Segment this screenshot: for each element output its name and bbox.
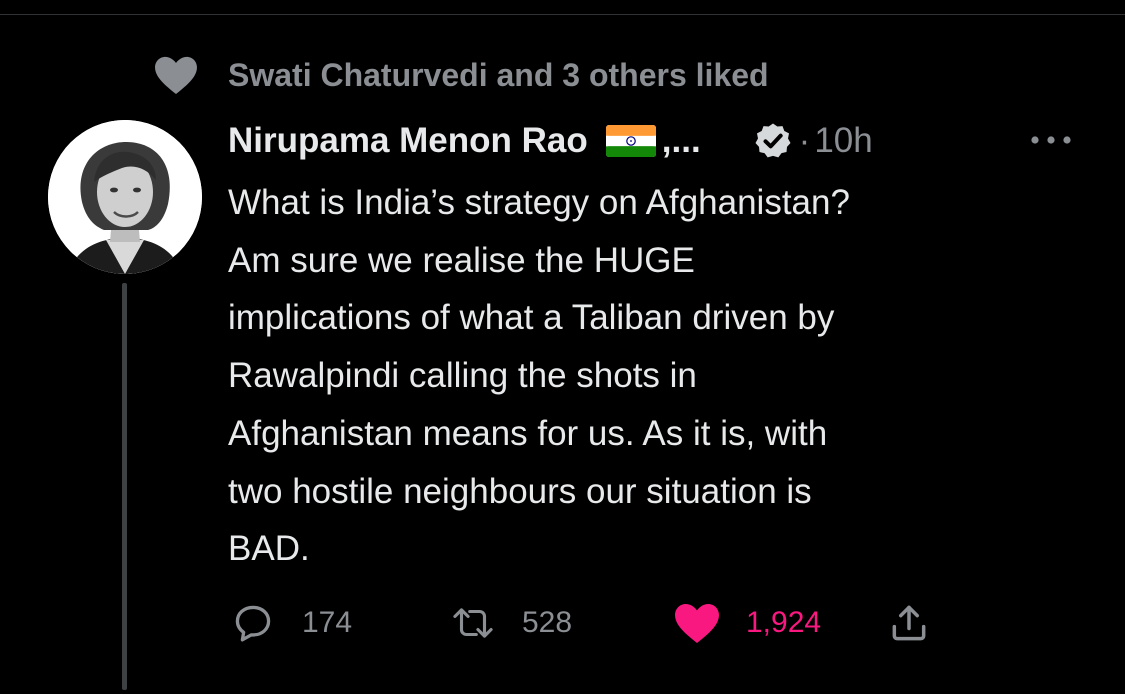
india-flag-icon <box>605 125 656 157</box>
social-context[interactable]: Swati Chaturvedi and 3 others liked <box>150 52 769 98</box>
thread-line <box>122 283 127 690</box>
share-icon <box>884 598 934 648</box>
verified-badge-icon <box>753 121 793 161</box>
retweet-button[interactable]: 528 <box>448 596 572 650</box>
retweet-icon <box>448 598 498 648</box>
avatar[interactable] <box>48 120 202 274</box>
retweet-count: 528 <box>522 606 573 639</box>
display-name[interactable]: Nirupama Menon Rao <box>228 121 588 161</box>
top-divider <box>0 14 1125 15</box>
reply-count: 174 <box>302 606 353 639</box>
share-button[interactable] <box>884 596 934 650</box>
heart-filled-icon <box>672 598 722 648</box>
tweet-actions: 174 528 1,924 <box>228 596 988 650</box>
separator-dot: · <box>798 121 811 160</box>
like-count: 1,924 <box>746 606 822 639</box>
tweet-timestamp[interactable]: 10h <box>814 121 872 161</box>
like-button[interactable]: 1,924 <box>672 596 821 650</box>
reply-icon <box>228 598 278 648</box>
heart-icon <box>150 52 202 98</box>
social-context-label: Swati Chaturvedi and 3 others liked <box>228 56 769 93</box>
tweet-text: What is India’s strategy on Afghanistan?… <box>228 183 850 569</box>
more-options-icon[interactable] <box>1028 120 1074 160</box>
reply-button[interactable]: 174 <box>228 596 352 650</box>
name-truncation: ,... <box>661 121 701 160</box>
tweet-header: Nirupama Menon Rao ,... · 10h <box>228 116 1088 166</box>
